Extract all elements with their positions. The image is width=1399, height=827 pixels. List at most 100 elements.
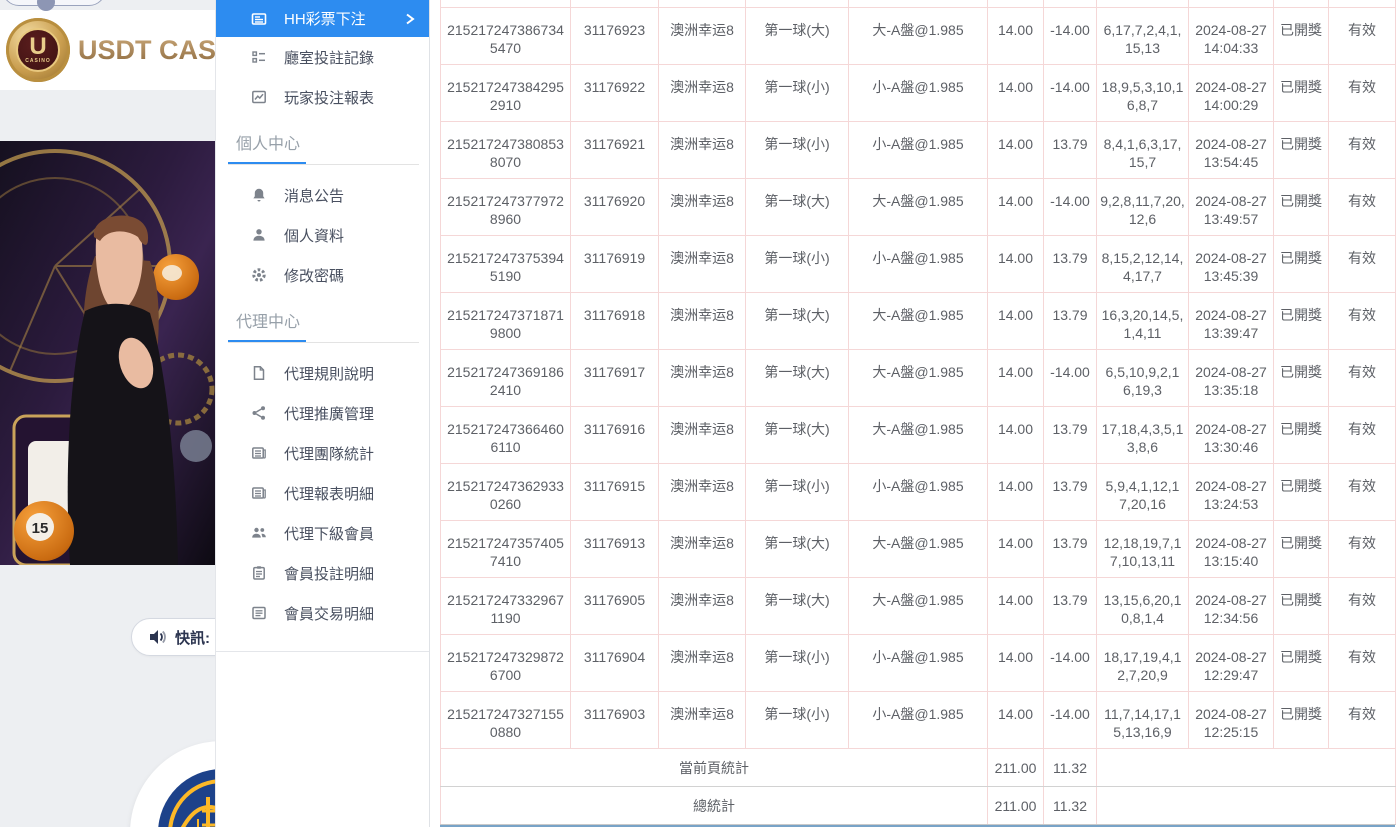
speaker-icon bbox=[149, 629, 167, 645]
cell-status: 已開獎 bbox=[1274, 520, 1329, 577]
table-bottom-edge bbox=[440, 825, 1395, 827]
cell-play: 第一球(大) bbox=[746, 292, 849, 349]
sidebar-item-change-password[interactable]: 修改密碼 bbox=[216, 255, 429, 295]
cell-amount: 14.00 bbox=[988, 7, 1044, 64]
sidebar-item-label: 代理下級會員 bbox=[284, 523, 374, 544]
cell-period: 31176913 bbox=[571, 520, 659, 577]
users-icon bbox=[250, 525, 267, 542]
sidebar-item-agent-rules[interactable]: 代理規則說明 bbox=[216, 353, 429, 393]
cell-period: 31176920 bbox=[571, 178, 659, 235]
list-check-icon bbox=[250, 49, 267, 66]
sidebar-item-member-transaction-detail[interactable]: 會員交易明細 bbox=[216, 593, 429, 633]
cell-profit: 13.79 bbox=[1044, 121, 1097, 178]
table-row: 215217247380853807031176921澳洲幸运8第一球(小)小-… bbox=[441, 121, 1396, 178]
cell-order-id: 2152172473574057410 bbox=[441, 520, 571, 577]
table-row: 215217247362933026031176915澳洲幸运8第一球(小)小-… bbox=[441, 463, 1396, 520]
cell-draw-result: 11,7,14,17,15,13,16,9 bbox=[1097, 691, 1189, 748]
cell-bet-content: 大-A盤@1.985 bbox=[849, 520, 988, 577]
cell-game: 澳洲幸运8 bbox=[659, 691, 746, 748]
cell-bet-content: 大-A盤@1.985 bbox=[849, 349, 988, 406]
gear-icon bbox=[250, 267, 267, 284]
cell-status: 已開獎 bbox=[1274, 178, 1329, 235]
cell-status: 已開獎 bbox=[1274, 349, 1329, 406]
cell-order-id: 2152172473664606110 bbox=[441, 406, 571, 463]
cell-game: 澳洲幸运8 bbox=[659, 349, 746, 406]
logo-band[interactable]: U CASINO USDT CASINO bbox=[0, 10, 215, 90]
cell-period: 31176922 bbox=[571, 64, 659, 121]
cell-draw-result: 13,15,6,20,10,8,1,4 bbox=[1097, 577, 1189, 634]
cell-profit: 13.79 bbox=[1044, 235, 1097, 292]
cell-period: 31176918 bbox=[571, 292, 659, 349]
partial-row bbox=[441, 0, 1396, 7]
table-row: 215217247366460611031176916澳洲幸运8第一球(大)大-… bbox=[441, 406, 1396, 463]
cell-play: 第一球(大) bbox=[746, 577, 849, 634]
sidebar-item-player-bet-report[interactable]: 玩家投注報表 bbox=[216, 77, 429, 117]
cell-validity: 有效 bbox=[1329, 292, 1396, 349]
cell-validity: 有效 bbox=[1329, 463, 1396, 520]
cell-game: 澳洲幸运8 bbox=[659, 178, 746, 235]
promo-hero-image: 7 15 bbox=[0, 141, 215, 565]
cell-game: 澳洲幸运8 bbox=[659, 7, 746, 64]
cell-status: 已開獎 bbox=[1274, 235, 1329, 292]
sidebar-item-announcements[interactable]: 消息公告 bbox=[216, 175, 429, 215]
cell-order-id: 2152172473842952910 bbox=[441, 64, 571, 121]
sidebar-item-agent-promotion[interactable]: 代理推廣管理 bbox=[216, 393, 429, 433]
sidebar-item-agent-report-detail[interactable]: 代理報表明細 bbox=[216, 473, 429, 513]
cell-time: 2024-08-27 12:29:47 bbox=[1189, 634, 1274, 691]
cell-order-id: 2152172473779728960 bbox=[441, 178, 571, 235]
cell-draw-result: 6,17,7,2,4,1,15,13 bbox=[1097, 7, 1189, 64]
summary-profit: 11.32 bbox=[1044, 748, 1097, 786]
summary-amount: 211.00 bbox=[988, 786, 1044, 824]
sidebar-item-agent-downline-members[interactable]: 代理下級會員 bbox=[216, 513, 429, 553]
cell-game: 澳洲幸运8 bbox=[659, 292, 746, 349]
sidebar-menu: HH彩票下注 廳室投註記錄 玩家投注報表 個人中心 bbox=[216, 0, 429, 652]
sidebar-section-personal-center: 個人中心 bbox=[216, 132, 429, 158]
table-row: 215217247377972896031176920澳洲幸运8第一球(大)大-… bbox=[441, 178, 1396, 235]
usdt-coin-logo-icon: U CASINO bbox=[6, 18, 70, 82]
cell-play: 第一球(小) bbox=[746, 235, 849, 292]
cell-validity: 有效 bbox=[1329, 577, 1396, 634]
cell-time: 2024-08-27 13:39:47 bbox=[1189, 292, 1274, 349]
sidebar-item-room-bet-records[interactable]: 廳室投註記錄 bbox=[216, 37, 429, 77]
cell-play: 第一球(小) bbox=[746, 121, 849, 178]
cell-draw-result: 18,17,19,4,12,7,20,9 bbox=[1097, 634, 1189, 691]
cell-period: 31176905 bbox=[571, 577, 659, 634]
table-row: 215217247386734547031176923澳洲幸运8第一球(大)大-… bbox=[441, 7, 1396, 64]
sidebar-item-label: 廳室投註記錄 bbox=[284, 47, 374, 68]
coin-letter: U bbox=[29, 36, 46, 58]
cell-play: 第一球(大) bbox=[746, 406, 849, 463]
cell-order-id: 2152172473271550880 bbox=[441, 691, 571, 748]
bet-table-body: 215217247386734547031176923澳洲幸运8第一球(大)大-… bbox=[441, 0, 1396, 824]
cell-bet-content: 小-A盤@1.985 bbox=[849, 634, 988, 691]
sidebar-item-profile[interactable]: 個人資料 bbox=[216, 215, 429, 255]
cell-play: 第一球(小) bbox=[746, 634, 849, 691]
cell-period: 31176916 bbox=[571, 406, 659, 463]
cell-draw-result: 18,9,5,3,10,16,8,7 bbox=[1097, 64, 1189, 121]
cell-game: 澳洲幸运8 bbox=[659, 121, 746, 178]
sidebar-item-member-bet-detail[interactable]: 會員投註明細 bbox=[216, 553, 429, 593]
sidebar-item-label: 會員交易明細 bbox=[284, 603, 374, 624]
cell-game: 澳洲幸运8 bbox=[659, 463, 746, 520]
share-icon bbox=[250, 405, 267, 422]
newspaper-icon bbox=[250, 445, 267, 462]
section-underline bbox=[228, 162, 419, 165]
cell-profit: -14.00 bbox=[1044, 7, 1097, 64]
file-icon bbox=[250, 365, 267, 382]
cell-order-id: 2152172473867345470 bbox=[441, 7, 571, 64]
cell-amount: 14.00 bbox=[988, 64, 1044, 121]
sidebar-item-agent-team-stats[interactable]: 代理團隊統計 bbox=[216, 433, 429, 473]
cell-order-id: 2152172473329671190 bbox=[441, 577, 571, 634]
cell-order-id: 2152172473718719800 bbox=[441, 292, 571, 349]
sidebar-item-label: 個人資料 bbox=[284, 225, 344, 246]
cell-validity: 有效 bbox=[1329, 7, 1396, 64]
cell-draw-result: 8,15,2,12,14,4,17,7 bbox=[1097, 235, 1189, 292]
summary-amount: 211.00 bbox=[988, 748, 1044, 786]
cell-status: 已開獎 bbox=[1274, 691, 1329, 748]
sidebar-item-hh-lottery-bets[interactable]: HH彩票下注 bbox=[216, 0, 429, 37]
cell-amount: 14.00 bbox=[988, 520, 1044, 577]
cell-status: 已開獎 bbox=[1274, 406, 1329, 463]
cell-bet-content: 大-A盤@1.985 bbox=[849, 7, 988, 64]
cell-bet-content: 小-A盤@1.985 bbox=[849, 121, 988, 178]
cell-status: 已開獎 bbox=[1274, 121, 1329, 178]
sidebar: HH彩票下注 廳室投註記錄 玩家投注報表 個人中心 bbox=[215, 0, 430, 827]
